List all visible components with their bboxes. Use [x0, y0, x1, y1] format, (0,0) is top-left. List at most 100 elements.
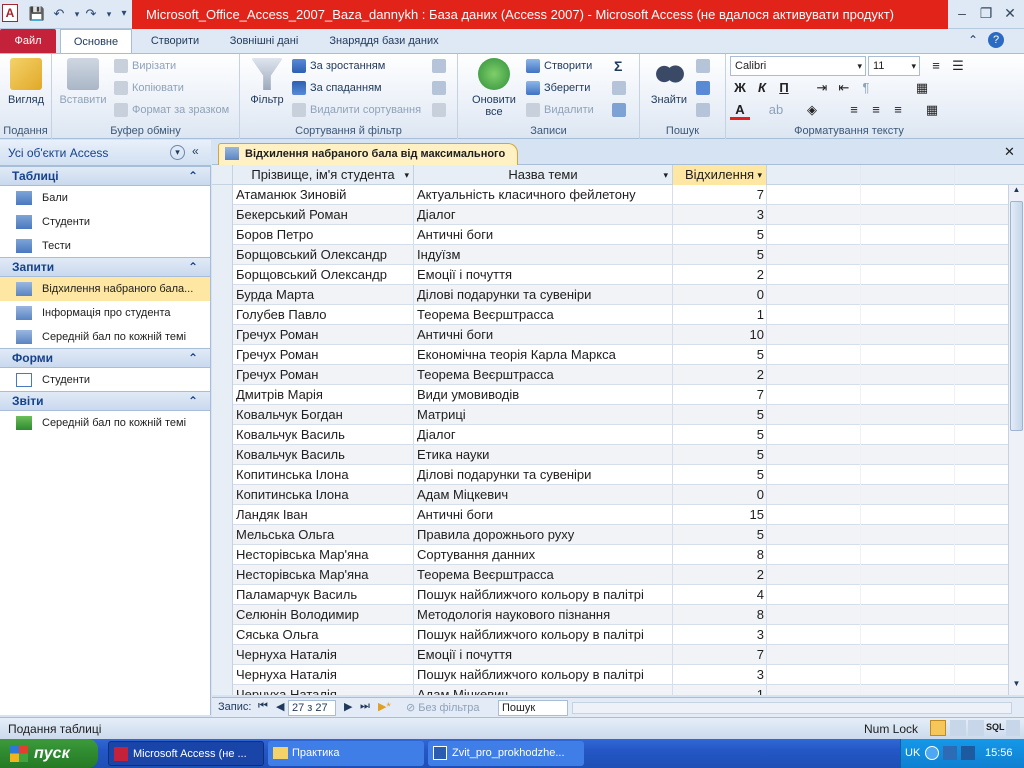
cell-topic[interactable]: Античні боги	[414, 225, 673, 245]
cell-topic[interactable]: Ділові подарунки та сувеніри	[414, 465, 673, 485]
cell-topic[interactable]: Індуїзм	[414, 245, 673, 265]
bold-button[interactable]: Ж	[730, 78, 750, 98]
font-color-icon[interactable]: A	[730, 100, 750, 120]
customize-qat-icon[interactable]: ▾	[115, 5, 133, 23]
row-selector[interactable]	[212, 345, 233, 365]
cell-topic[interactable]: Античні боги	[414, 505, 673, 525]
cell-deviation[interactable]: 0	[673, 285, 767, 305]
cell-student[interactable]: Ковальчук Василь	[233, 425, 414, 445]
search-input[interactable]: Пошук	[498, 700, 568, 716]
nav-item-form[interactable]: Студенти	[0, 368, 210, 392]
taskbar-item-word[interactable]: Zvit_pro_prokhodzhe...	[428, 741, 584, 766]
cell-topic[interactable]: Види умовиводів	[414, 385, 673, 405]
close-icon[interactable]: ✕	[998, 3, 1022, 23]
cell-deviation[interactable]: 3	[673, 665, 767, 685]
sort-ascending-button[interactable]: За зростанням	[292, 56, 385, 76]
cell-topic[interactable]: Сортування данних	[414, 545, 673, 565]
advanced-filter-button[interactable]	[432, 78, 450, 98]
row-selector[interactable]	[212, 305, 233, 325]
cell-topic[interactable]: Античні боги	[414, 325, 673, 345]
cell-topic[interactable]: Теорема Веєрштрасса	[414, 365, 673, 385]
underline-button[interactable]: П	[774, 78, 794, 98]
cell-deviation[interactable]: 5	[673, 225, 767, 245]
cell-student[interactable]: Мельська Ольга	[233, 525, 414, 545]
highlight-icon[interactable]: ab	[766, 100, 786, 120]
row-selector[interactable]	[212, 265, 233, 285]
table-row[interactable]: Гречух Роман Античні боги 10	[212, 325, 1012, 345]
table-row[interactable]: Чернуха Наталія Емоції і почуття 7	[212, 645, 1012, 665]
new-record-icon[interactable]: ▶*	[378, 700, 391, 713]
row-selector[interactable]	[212, 325, 233, 345]
row-selector[interactable]	[212, 525, 233, 545]
datasheet-view-icon[interactable]	[930, 720, 946, 736]
cell-deviation[interactable]: 5	[673, 525, 767, 545]
gridlines-icon[interactable]: ▦	[912, 78, 932, 98]
nav-item-table[interactable]: Бали	[0, 186, 210, 210]
cell-topic[interactable]: Теорема Веєрштрасса	[414, 305, 673, 325]
more-records-button[interactable]	[612, 100, 630, 120]
cell-topic[interactable]: Пошук найближчого кольору в палітрі	[414, 625, 673, 645]
cell-student[interactable]: Дмитрів Марія	[233, 385, 414, 405]
row-selector[interactable]	[212, 365, 233, 385]
cell-student[interactable]: Гречух Роман	[233, 325, 414, 345]
cell-student[interactable]: Несторівська Мар'яна	[233, 545, 414, 565]
cell-deviation[interactable]: 8	[673, 605, 767, 625]
tray-arrow-icon[interactable]	[925, 746, 939, 760]
scrollbar-thumb[interactable]	[1010, 201, 1023, 431]
cell-topic[interactable]: Діалог	[414, 205, 673, 225]
pivotchart-view-icon[interactable]	[968, 720, 984, 736]
nav-section-tables[interactable]: Таблиці ⌃	[0, 166, 210, 186]
table-row[interactable]: Паламарчук Василь Пошук найближчого кольо…	[212, 585, 1012, 605]
table-row[interactable]: Бекерський Роман Діалог 3	[212, 205, 1012, 225]
cell-student[interactable]: Паламарчук Василь	[233, 585, 414, 605]
align-center-icon[interactable]: ≡	[866, 100, 886, 120]
font-name-combo[interactable]: Calibri ▾	[730, 56, 866, 76]
cell-student[interactable]: Ковальчук Василь	[233, 445, 414, 465]
scroll-up-icon[interactable]: ▲	[1009, 185, 1024, 199]
paste-button[interactable]: Вставити	[56, 58, 110, 106]
row-selector[interactable]	[212, 545, 233, 565]
tab-create[interactable]: Створити	[140, 29, 210, 53]
undo-icon[interactable]: ↶	[50, 5, 68, 23]
italic-button[interactable]: К	[752, 78, 772, 98]
tab-home[interactable]: Основне	[60, 29, 132, 53]
cell-topic[interactable]: Пошук найближчого кольору в палітрі	[414, 585, 673, 605]
align-right-icon[interactable]: ≡	[888, 100, 908, 120]
cell-deviation[interactable]: 5	[673, 445, 767, 465]
cell-topic[interactable]: Адам Міцкевич	[414, 685, 673, 695]
outdent-icon[interactable]: ⇤	[834, 78, 854, 98]
row-selector[interactable]	[212, 685, 233, 695]
nav-item-query[interactable]: Інформація про студента	[0, 301, 210, 325]
record-position-field[interactable]: 27 з 27	[288, 700, 336, 716]
table-row[interactable]: Ковальчук Василь Діалог 5	[212, 425, 1012, 445]
start-button[interactable]: пуск	[0, 739, 98, 768]
cell-student[interactable]: Бекерський Роман	[233, 205, 414, 225]
table-row[interactable]: Чернуха Наталія Пошук найближчого кольору…	[212, 665, 1012, 685]
alt-row-color-icon[interactable]: ▦	[922, 100, 942, 120]
cell-deviation[interactable]: 1	[673, 685, 767, 695]
row-selector[interactable]	[212, 485, 233, 505]
next-record-icon[interactable]: ▶	[344, 700, 352, 713]
row-selector[interactable]	[212, 285, 233, 305]
cell-student[interactable]: Борщовський Олександр	[233, 265, 414, 285]
spelling-button[interactable]	[612, 78, 630, 98]
cell-deviation[interactable]: 2	[673, 565, 767, 585]
table-row[interactable]: Дмитрів Марія Види умовиводів 7	[212, 385, 1012, 405]
numbered-list-icon[interactable]: ≡	[926, 56, 946, 76]
cell-topic[interactable]: Правила дорожнього руху	[414, 525, 673, 545]
access-app-icon[interactable]: A	[2, 4, 18, 22]
cell-deviation[interactable]: 7	[673, 185, 767, 205]
table-row[interactable]: Несторівська Мар'яна Сортування данних 8	[212, 545, 1012, 565]
last-record-icon[interactable]: ⏭	[360, 700, 370, 713]
row-selector[interactable]	[212, 625, 233, 645]
nav-item-table[interactable]: Тести	[0, 234, 210, 258]
column-header-topic[interactable]: Назва теми ▾	[414, 165, 673, 185]
paragraph-icon[interactable]: ¶	[856, 78, 876, 98]
table-row[interactable]: Мельська Ольга Правила дорожнього руху 5	[212, 525, 1012, 545]
cell-deviation[interactable]: 10	[673, 325, 767, 345]
cell-student[interactable]: Чернуха Наталія	[233, 645, 414, 665]
cell-student[interactable]: Несторівська Мар'яна	[233, 565, 414, 585]
refresh-all-button[interactable]: Оновити все	[464, 58, 524, 118]
cell-student[interactable]: Копитинська Ілона	[233, 485, 414, 505]
select-all-cell[interactable]	[212, 165, 233, 185]
